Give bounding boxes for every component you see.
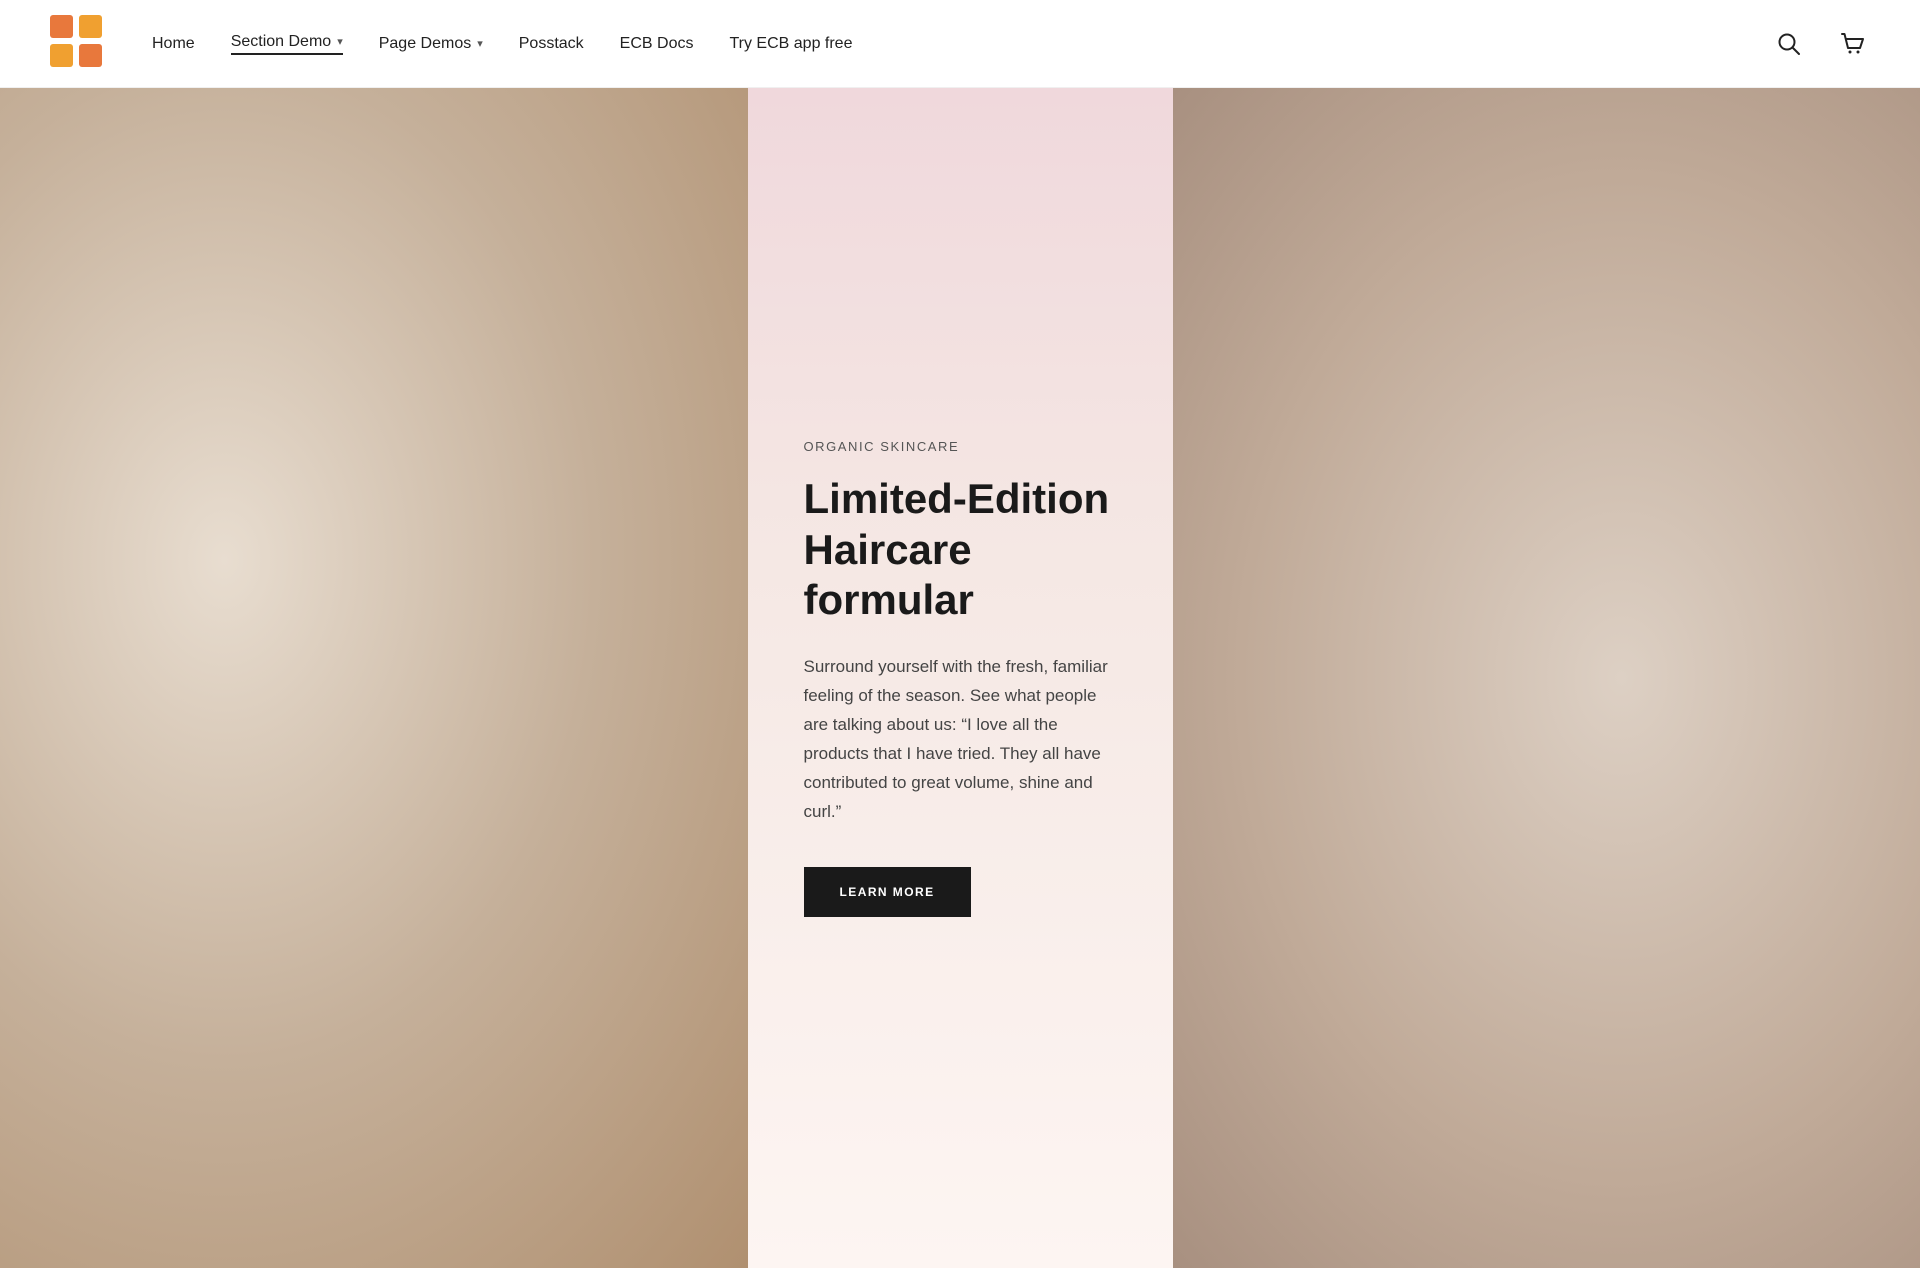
cart-button[interactable] bbox=[1832, 24, 1872, 64]
right-scene-svg: g bbox=[1173, 88, 1920, 1268]
header-left: Home Section Demo ▾ Page Demos ▾ Posstac… bbox=[48, 13, 852, 74]
left-scene-svg bbox=[0, 88, 748, 1268]
hero-title: Limited-Edition Haircare formular bbox=[804, 474, 1117, 625]
right-background: g bbox=[1173, 88, 1920, 1268]
search-button[interactable] bbox=[1770, 25, 1808, 63]
hero-subtitle: ORGANIC SKINCARE bbox=[804, 439, 1117, 454]
search-icon bbox=[1776, 31, 1802, 57]
cart-icon bbox=[1838, 30, 1866, 58]
nav-item-ecb-docs[interactable]: ECB Docs bbox=[620, 35, 694, 53]
logo-icon bbox=[48, 13, 104, 69]
nav-item-posstack[interactable]: Posstack bbox=[519, 35, 584, 53]
logo-link[interactable] bbox=[48, 13, 104, 74]
nav-item-section-demo[interactable]: Section Demo ▾ bbox=[231, 33, 343, 55]
learn-more-button[interactable]: LEARN MORE bbox=[804, 867, 971, 917]
chevron-down-icon: ▾ bbox=[337, 35, 343, 48]
hero-body: Surround yourself with the fresh, famili… bbox=[804, 653, 1117, 826]
hero-section: ORGANIC SKINCARE Limited-Edition Haircar… bbox=[0, 88, 1920, 1268]
nav-item-try-ecb[interactable]: Try ECB app free bbox=[729, 35, 852, 53]
svg-text:g: g bbox=[1738, 994, 1755, 1025]
main-nav: Home Section Demo ▾ Page Demos ▾ Posstac… bbox=[152, 33, 852, 55]
hero-image-right: g bbox=[1173, 88, 1920, 1268]
chevron-down-icon: ▾ bbox=[477, 37, 483, 50]
nav-item-page-demos[interactable]: Page Demos ▾ bbox=[379, 35, 483, 53]
left-background bbox=[0, 88, 748, 1268]
hero-content-panel: ORGANIC SKINCARE Limited-Edition Haircar… bbox=[748, 88, 1173, 1268]
nav-item-home[interactable]: Home bbox=[152, 35, 195, 53]
site-header: Home Section Demo ▾ Page Demos ▾ Posstac… bbox=[0, 0, 1920, 88]
hero-image-left bbox=[0, 88, 748, 1268]
header-right bbox=[1770, 24, 1872, 64]
